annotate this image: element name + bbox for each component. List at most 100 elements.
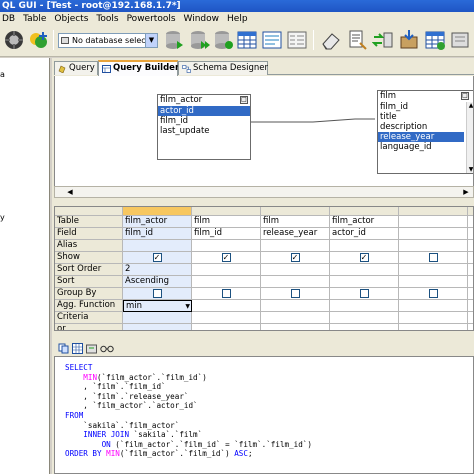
grid-cell[interactable] bbox=[330, 288, 399, 300]
grid-cell[interactable] bbox=[123, 288, 192, 300]
export-sql-icon[interactable] bbox=[86, 343, 97, 354]
grid-cell[interactable] bbox=[330, 312, 399, 324]
tab-query[interactable]: Query bbox=[54, 61, 98, 75]
grid-cell[interactable] bbox=[468, 300, 473, 312]
grid-column-header[interactable] bbox=[330, 207, 399, 216]
show-checkbox[interactable]: ✓ bbox=[221, 253, 231, 262]
grid-cell[interactable] bbox=[330, 240, 399, 252]
show-checkbox[interactable]: ✓ bbox=[152, 253, 162, 262]
grid-cell[interactable] bbox=[468, 240, 473, 252]
object-browser-item[interactable]: y bbox=[0, 213, 5, 222]
grid-cell[interactable] bbox=[123, 240, 192, 252]
grid-cell[interactable]: ✓ bbox=[330, 252, 399, 264]
grid-cell[interactable]: ✓ bbox=[192, 252, 261, 264]
grid-cell[interactable]: release_year bbox=[261, 228, 330, 240]
grid-cell[interactable] bbox=[399, 252, 468, 264]
grid-cell[interactable]: Ascending bbox=[123, 276, 192, 288]
menu-table[interactable]: Table bbox=[23, 14, 46, 24]
menu-db[interactable]: DB bbox=[2, 14, 15, 24]
field-row[interactable]: actor_id bbox=[158, 106, 250, 116]
database-selector[interactable]: No database selected ▼ bbox=[58, 33, 158, 48]
grid-cell[interactable]: 2 bbox=[123, 264, 192, 276]
grid-cell[interactable] bbox=[261, 300, 330, 312]
grid-cell[interactable] bbox=[261, 276, 330, 288]
tab-query-builder[interactable]: Query Builder bbox=[98, 60, 179, 76]
grid-cell[interactable] bbox=[330, 276, 399, 288]
field-row[interactable]: film_id bbox=[378, 102, 473, 112]
grid-cell[interactable] bbox=[468, 324, 473, 330]
grid-cell[interactable] bbox=[123, 312, 192, 324]
result-grid-icon[interactable] bbox=[236, 29, 258, 51]
grid-cell[interactable] bbox=[261, 240, 330, 252]
grid-cell[interactable] bbox=[399, 228, 468, 240]
grid-cell[interactable]: film bbox=[261, 216, 330, 228]
object-browser[interactable]: a y bbox=[0, 58, 50, 474]
grid-cell[interactable] bbox=[468, 228, 473, 240]
grid-cell[interactable] bbox=[192, 312, 261, 324]
format-sql-icon[interactable] bbox=[346, 29, 368, 51]
eraser-icon[interactable] bbox=[320, 29, 342, 51]
field-row[interactable]: description bbox=[378, 122, 473, 132]
grid-cell[interactable] bbox=[192, 276, 261, 288]
grid-cell[interactable] bbox=[399, 264, 468, 276]
import-icon[interactable] bbox=[398, 29, 420, 51]
grid-cell[interactable] bbox=[330, 264, 399, 276]
grid-cell[interactable] bbox=[123, 324, 192, 330]
grid-cell[interactable]: min ▼ bbox=[123, 300, 192, 312]
table-data-icon[interactable] bbox=[424, 29, 446, 51]
menu-powertools[interactable]: Powertools bbox=[127, 14, 176, 24]
grid-cell[interactable] bbox=[192, 288, 261, 300]
grid-column-header[interactable] bbox=[468, 207, 473, 216]
grid-cell[interactable] bbox=[330, 300, 399, 312]
minimize-icon[interactable]: □ bbox=[461, 92, 469, 100]
grid-cell[interactable]: film_actor bbox=[123, 216, 192, 228]
connect-icon[interactable] bbox=[3, 29, 25, 51]
grid-cell[interactable] bbox=[330, 324, 399, 330]
tab-schema-designer[interactable]: Schema Designer bbox=[178, 61, 268, 75]
object-browser-item[interactable]: a bbox=[0, 70, 5, 79]
canvas-horizontal-scrollbar[interactable]: ◀ ▶ bbox=[54, 186, 474, 198]
table-box-film[interactable]: film □ film_id title description release… bbox=[377, 90, 473, 174]
backup-icon[interactable] bbox=[449, 29, 471, 51]
table-box-scrollbar[interactable]: ▲ ▼ bbox=[466, 102, 473, 173]
execute-all-icon[interactable] bbox=[188, 29, 210, 51]
glasses-icon[interactable] bbox=[100, 343, 114, 354]
grid-cell[interactable] bbox=[261, 264, 330, 276]
query-builder-grid[interactable]: Table film_actor film film film_actor Field fi… bbox=[54, 206, 474, 331]
show-checkbox[interactable]: ✓ bbox=[359, 253, 369, 262]
grid-cell[interactable] bbox=[399, 288, 468, 300]
scroll-right-icon[interactable]: ▶ bbox=[461, 188, 471, 197]
grid-cell[interactable]: ✓ bbox=[261, 252, 330, 264]
grid-cell[interactable] bbox=[468, 312, 473, 324]
field-row[interactable]: film_id bbox=[158, 116, 250, 126]
grid-cell[interactable] bbox=[261, 288, 330, 300]
table-box-header[interactable]: film □ bbox=[378, 91, 473, 102]
grid-cell[interactable] bbox=[399, 216, 468, 228]
scroll-up-icon[interactable]: ▲ bbox=[467, 102, 473, 109]
grid-cell[interactable] bbox=[192, 264, 261, 276]
field-row[interactable]: release_year bbox=[378, 132, 464, 142]
group-by-checkbox[interactable] bbox=[152, 289, 162, 298]
table-box-header[interactable]: film_actor □ bbox=[158, 95, 250, 106]
grid-cell[interactable] bbox=[399, 300, 468, 312]
result-text-icon[interactable] bbox=[261, 29, 283, 51]
grid-cell[interactable]: ✓ bbox=[123, 252, 192, 264]
form-view-icon[interactable] bbox=[286, 29, 308, 51]
grid-cell[interactable] bbox=[468, 264, 473, 276]
chevron-down-icon[interactable]: ▼ bbox=[185, 301, 190, 311]
grid-cell[interactable]: actor_id bbox=[330, 228, 399, 240]
copy-data-icon[interactable] bbox=[372, 29, 394, 51]
menu-window[interactable]: Window bbox=[184, 14, 220, 24]
grid-cell[interactable] bbox=[399, 240, 468, 252]
field-row[interactable]: last_update bbox=[158, 126, 250, 136]
group-by-checkbox[interactable] bbox=[428, 289, 438, 298]
grid-cell[interactable] bbox=[192, 300, 261, 312]
chevron-down-icon[interactable]: ▼ bbox=[145, 34, 157, 47]
grid-cell[interactable] bbox=[192, 324, 261, 330]
execute-query-icon[interactable] bbox=[163, 29, 185, 51]
copy-sql-icon[interactable] bbox=[58, 343, 69, 354]
minimize-icon[interactable]: □ bbox=[240, 96, 248, 104]
field-row[interactable]: language_id bbox=[378, 142, 473, 152]
diagram-canvas[interactable]: film_actor □ actor_id film_id last_updat… bbox=[54, 76, 474, 186]
field-row[interactable]: title bbox=[378, 112, 473, 122]
